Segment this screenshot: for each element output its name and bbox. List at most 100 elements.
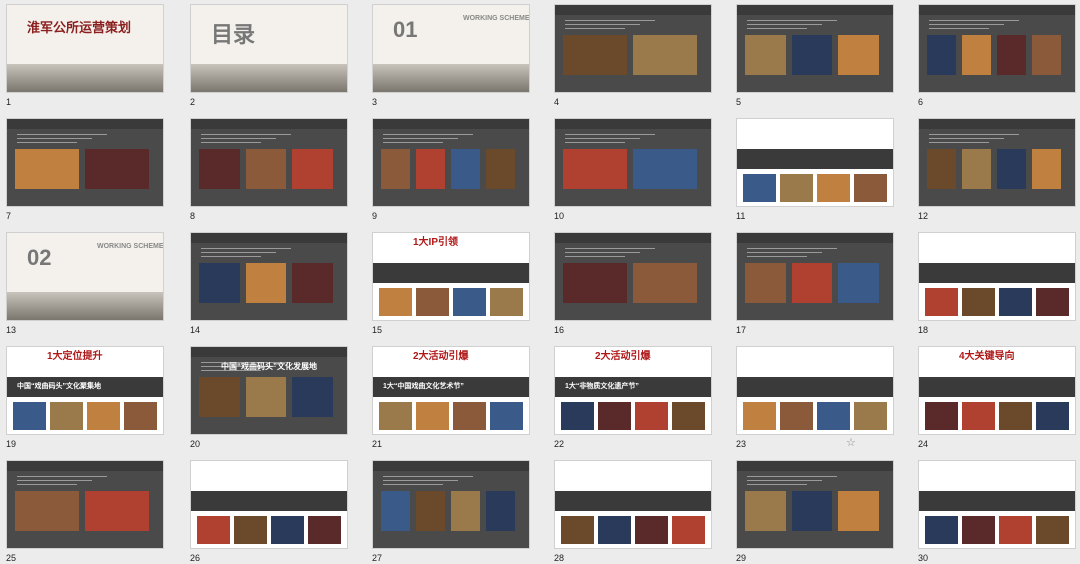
slide-preview[interactable] (554, 460, 712, 549)
image-placeholder (486, 491, 515, 531)
image-placeholder (791, 263, 833, 303)
rooftop-illustration (373, 64, 529, 92)
image-placeholder (486, 149, 515, 189)
image-placeholder (379, 402, 412, 430)
image-placeholder (15, 491, 79, 531)
slide-sorter-grid: 淮军公所运营策划 1 目录 2 01 WORKING SCHEME 3 4 5 6 7 8 9 10 11 1… (0, 0, 1080, 563)
slide-thumbnail-12[interactable]: 12 (918, 118, 1078, 222)
star-icon[interactable]: ☆ (846, 436, 856, 449)
slide-thumbnail-15[interactable]: 1大IP引领 15 (372, 232, 532, 336)
slide-preview[interactable]: 2大活动引爆 1大“中国戏曲文化艺术节” (372, 346, 530, 435)
slide-thumbnail-2[interactable]: 目录 2 (190, 4, 350, 108)
slide-thumbnail-17[interactable]: 17 (736, 232, 896, 336)
image-placeholder (245, 149, 287, 189)
slide-thumbnail-20[interactable]: 中国“戏曲码头”文化发展地 20 (190, 346, 350, 450)
slide-thumbnail-24[interactable]: 4大关键导向 24 (918, 346, 1078, 450)
slide-preview[interactable] (554, 232, 712, 321)
slide-thumbnail-3[interactable]: 01 WORKING SCHEME 3 (372, 4, 532, 108)
slide-thumbnail-26[interactable]: 26 (190, 460, 350, 564)
slide-preview[interactable]: 目录 (190, 4, 348, 93)
image-placeholder (838, 491, 879, 531)
slide-thumbnail-29[interactable]: 29 (736, 460, 896, 564)
slide-thumbnail-19[interactable]: 1大定位提升 中国“戏曲码头”文化聚集地 19 (6, 346, 166, 450)
slide-thumbnail-30[interactable]: 30 (918, 460, 1078, 564)
slide-preview[interactable]: 02 WORKING SCHEME (6, 232, 164, 321)
image-placeholder (197, 516, 230, 544)
image-placeholder (962, 402, 995, 430)
image-placeholder (838, 263, 879, 303)
image-placeholder (490, 402, 523, 430)
slide-preview[interactable] (736, 118, 894, 207)
slide-preview[interactable] (918, 232, 1076, 321)
image-placeholder (743, 174, 776, 202)
slide-preview[interactable] (736, 460, 894, 549)
image-placeholder (245, 263, 287, 303)
slide-thumbnail-1[interactable]: 淮军公所运营策划 1 (6, 4, 166, 108)
image-placeholder (15, 149, 79, 189)
slide-preview[interactable] (554, 118, 712, 207)
slide-thumbnail-22[interactable]: 2大活动引爆 1大“非物质文化遗产节” 22 (554, 346, 714, 450)
image-placeholder (791, 491, 833, 531)
image-placeholder (199, 377, 240, 417)
slide-preview[interactable] (736, 4, 894, 93)
slide-title: 淮军公所运营策划 (27, 20, 132, 35)
slide-preview[interactable] (918, 460, 1076, 549)
slide-preview[interactable] (372, 460, 530, 549)
image-placeholder (1032, 35, 1061, 75)
slide-preview[interactable]: 1大定位提升 中国“戏曲码头”文化聚集地 (6, 346, 164, 435)
slide-preview[interactable]: 中国“戏曲码头”文化发展地 (190, 346, 348, 435)
slide-thumbnail-27[interactable]: 27 (372, 460, 532, 564)
slide-preview[interactable] (190, 118, 348, 207)
rooftop-illustration (191, 64, 347, 92)
image-placeholder (234, 516, 267, 544)
slide-thumbnail-5[interactable]: 5 (736, 4, 896, 108)
image-placeholder (999, 288, 1032, 316)
slide-number: 7 (6, 211, 12, 221)
slide-thumbnail-11[interactable]: 11 (736, 118, 896, 222)
slide-preview[interactable] (736, 232, 894, 321)
image-placeholder (199, 149, 240, 189)
slide-preview[interactable]: 2大活动引爆 1大“非物质文化遗产节” (554, 346, 712, 435)
image-placeholder (563, 263, 627, 303)
slide-preview[interactable]: 01 WORKING SCHEME (372, 4, 530, 93)
slide-thumbnail-28[interactable]: 28 (554, 460, 714, 564)
slide-preview[interactable]: 淮军公所运营策划 (6, 4, 164, 93)
slide-thumbnail-23[interactable]: 23 (736, 346, 896, 450)
image-placeholder (87, 402, 120, 430)
slide-preview[interactable] (918, 118, 1076, 207)
slide-thumbnail-14[interactable]: 14 (190, 232, 350, 336)
slide-preview[interactable] (190, 232, 348, 321)
image-placeholder (85, 149, 149, 189)
slide-thumbnail-10[interactable]: 10 (554, 118, 714, 222)
image-placeholder (50, 402, 83, 430)
slide-thumbnail-13[interactable]: 02 WORKING SCHEME 13 (6, 232, 166, 336)
slide-number: 21 (372, 439, 383, 449)
image-placeholder (451, 149, 480, 189)
slide-title: 目录 (211, 22, 256, 47)
slide-thumbnail-16[interactable]: 16 (554, 232, 714, 336)
slide-preview[interactable] (190, 460, 348, 549)
slide-preview[interactable] (918, 4, 1076, 93)
slide-preview[interactable] (6, 460, 164, 549)
slide-preview[interactable] (554, 4, 712, 93)
slide-thumbnail-8[interactable]: 8 (190, 118, 350, 222)
image-placeholder (927, 149, 956, 189)
slide-thumbnail-7[interactable]: 7 (6, 118, 166, 222)
image-placeholder (561, 516, 594, 544)
slide-preview[interactable] (6, 118, 164, 207)
slide-thumbnail-6[interactable]: 6 (918, 4, 1078, 108)
slide-number: 26 (190, 553, 201, 563)
slide-thumbnail-4[interactable]: 4 (554, 4, 714, 108)
image-placeholder (451, 491, 480, 531)
slide-thumbnail-25[interactable]: 25 (6, 460, 166, 564)
slide-preview[interactable]: 4大关键导向 (918, 346, 1076, 435)
slide-preview[interactable]: 1大IP引领 (372, 232, 530, 321)
slide-preview[interactable] (736, 346, 894, 435)
slide-thumbnail-9[interactable]: 9 (372, 118, 532, 222)
slide-thumbnail-18[interactable]: 18 (918, 232, 1078, 336)
image-placeholder (453, 288, 486, 316)
slide-thumbnail-21[interactable]: 2大活动引爆 1大“中国戏曲文化艺术节” 21 (372, 346, 532, 450)
slide-number: 29 (736, 553, 747, 563)
slide-preview[interactable] (372, 118, 530, 207)
image-placeholder (199, 263, 240, 303)
